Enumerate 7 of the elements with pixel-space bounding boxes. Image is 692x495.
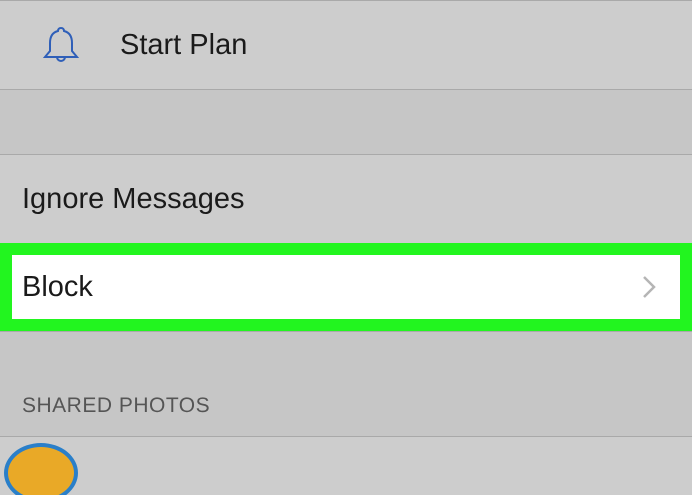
section-header: SHARED PHOTOS bbox=[22, 394, 210, 418]
chevron-right-icon bbox=[642, 275, 656, 299]
row-label: Ignore Messages bbox=[22, 182, 246, 216]
bell-icon bbox=[42, 25, 80, 65]
row-label: Start Plan bbox=[120, 28, 248, 62]
row-label: Block bbox=[22, 270, 94, 304]
highlighted-menu-row[interactable]: Block bbox=[0, 243, 692, 331]
